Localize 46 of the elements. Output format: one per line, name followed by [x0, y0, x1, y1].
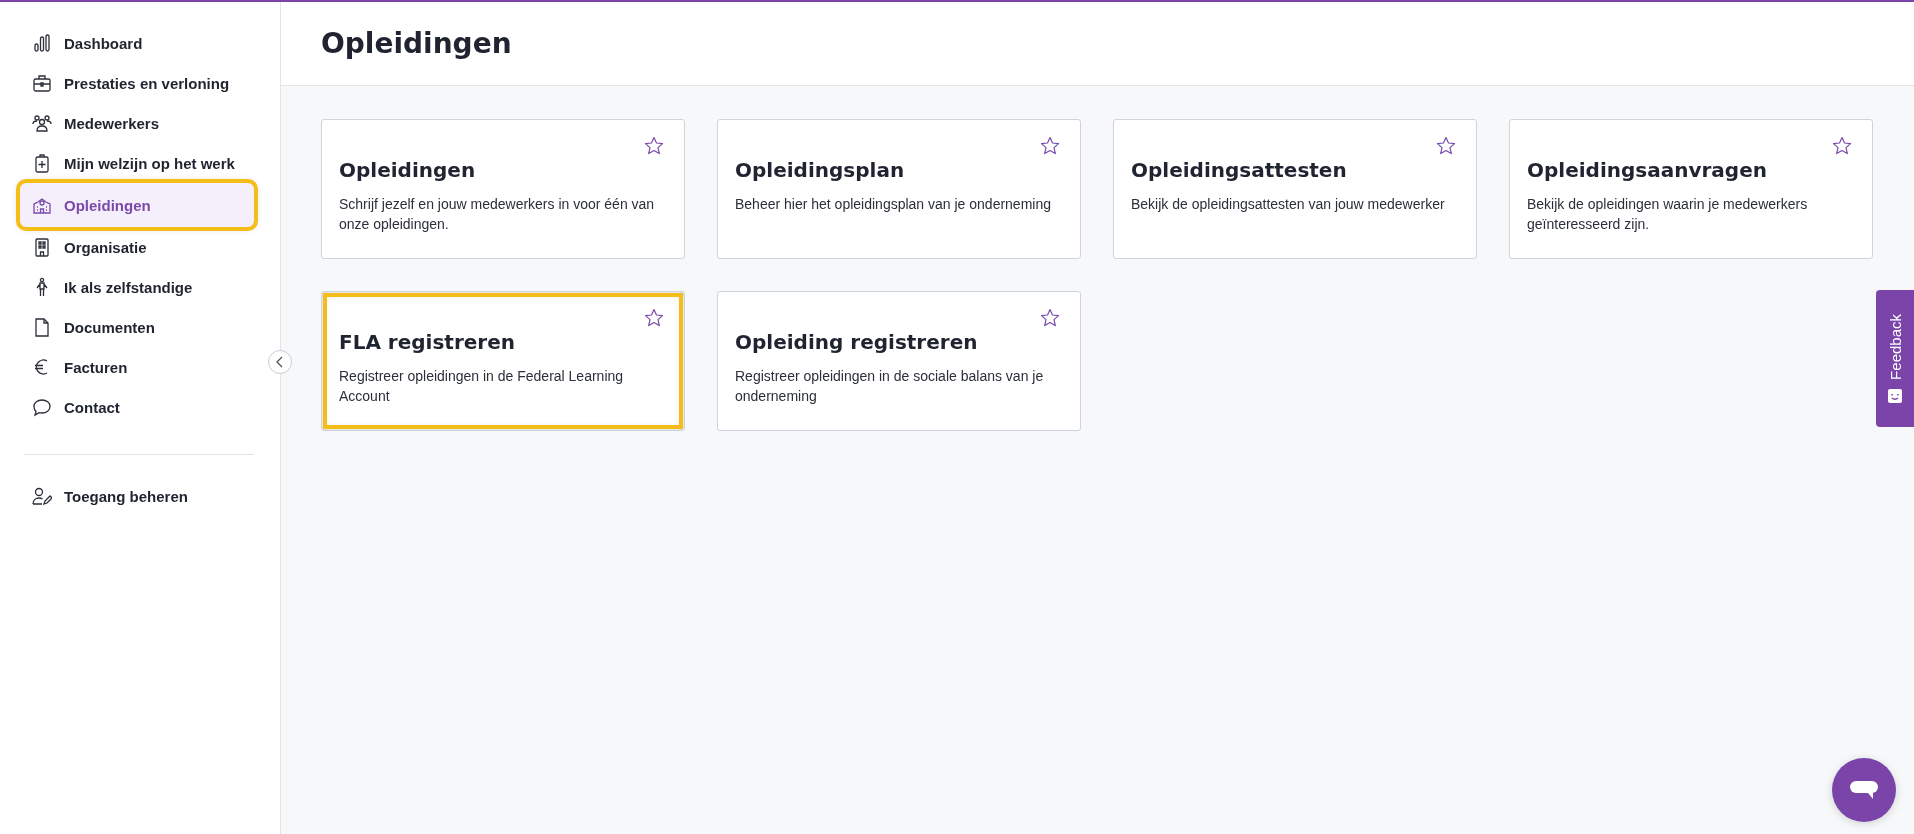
card[interactable]: Opleidingsattesten Bekijk de opleidingsattesten van jouw medewerker: [1113, 119, 1477, 259]
favorite-star-icon[interactable]: [1436, 136, 1456, 156]
sidebar-item[interactable]: Toegang beheren: [20, 479, 254, 513]
chevron-left-icon: [275, 356, 285, 368]
clipboard-plus-icon: [32, 153, 52, 173]
sidebar-item[interactable]: Prestaties en verloning: [20, 66, 254, 100]
favorite-star-icon[interactable]: [1040, 308, 1060, 328]
favorite-star-icon[interactable]: [1040, 136, 1060, 156]
favorite-star-icon[interactable]: [644, 308, 664, 328]
sidebar-item[interactable]: Facturen: [20, 350, 254, 384]
favorite-star-icon[interactable]: [1832, 136, 1852, 156]
card-description: Beheer hier het opleidingsplan van je onderneming: [735, 195, 1052, 214]
people-icon: [32, 113, 52, 133]
sidebar-item[interactable]: Dashboard: [20, 26, 254, 60]
card-title: Opleidingsattesten: [1131, 158, 1348, 182]
sidebar-item[interactable]: Contact: [20, 390, 254, 424]
feedback-tab[interactable]: Feedback: [1876, 290, 1914, 427]
card-description: Bekijk de opleidingsattesten van jouw medewerker: [1131, 195, 1446, 214]
card[interactable]: Opleidingen Schrijf jezelf en jouw medewerkers in voor één van onze opleidingen.: [321, 119, 685, 259]
building-icon: [32, 237, 52, 257]
card-title: Opleidingsaanvragen: [1527, 158, 1768, 182]
card-title: Opleidingen: [339, 158, 477, 182]
chart-icon: [32, 33, 52, 53]
sidebar-item[interactable]: Organisatie: [20, 230, 254, 264]
sidebar-item[interactable]: Medewerkers: [20, 106, 254, 140]
favorite-star-icon[interactable]: [644, 136, 664, 156]
page-title: Opleidingen: [321, 27, 512, 60]
speech-bubble-icon: [32, 397, 52, 417]
sidebar-item[interactable]: Mijn welzijn op het werk: [20, 146, 254, 180]
card-description: Schrijf jezelf en jouw medewerkers in voor één van onze opleidingen.: [339, 195, 656, 234]
card-title: FLA registreren: [339, 330, 516, 354]
card-description: Registreer opleidingen in de Federal Learning Account: [339, 367, 625, 406]
sidebar-item[interactable]: Documenten: [20, 310, 254, 344]
card[interactable]: Opleiding registreren Registreer opleidingen in de sociale balans van je onderneming: [717, 291, 1081, 431]
card[interactable]: Opleidingsaanvragen Bekijk de opleidingen waarin je medewerkers geïnteresseerd zijn.: [1509, 119, 1873, 259]
card-description: Bekijk de opleidingen waarin je medewerkers geïnteresseerd zijn.: [1527, 195, 1809, 234]
card-title: Opleiding registreren: [735, 330, 979, 354]
card-title: Opleidingsplan: [735, 158, 906, 182]
card-description: Registreer opleidingen in de sociale balans van je onderneming: [735, 367, 1045, 406]
briefcase-icon: [32, 73, 52, 93]
smiley-icon: [1888, 389, 1902, 404]
card[interactable]: Opleidingsplan Beheer hier het opleidingsplan van je onderneming: [717, 119, 1081, 259]
sidebar-item[interactable]: Ik als zelfstandige: [20, 270, 254, 304]
document-icon: [32, 317, 52, 337]
user-pen-icon: [32, 486, 52, 506]
card[interactable]: FLA registreren Registreer opleidingen in de Federal Learning Account: [321, 291, 685, 431]
